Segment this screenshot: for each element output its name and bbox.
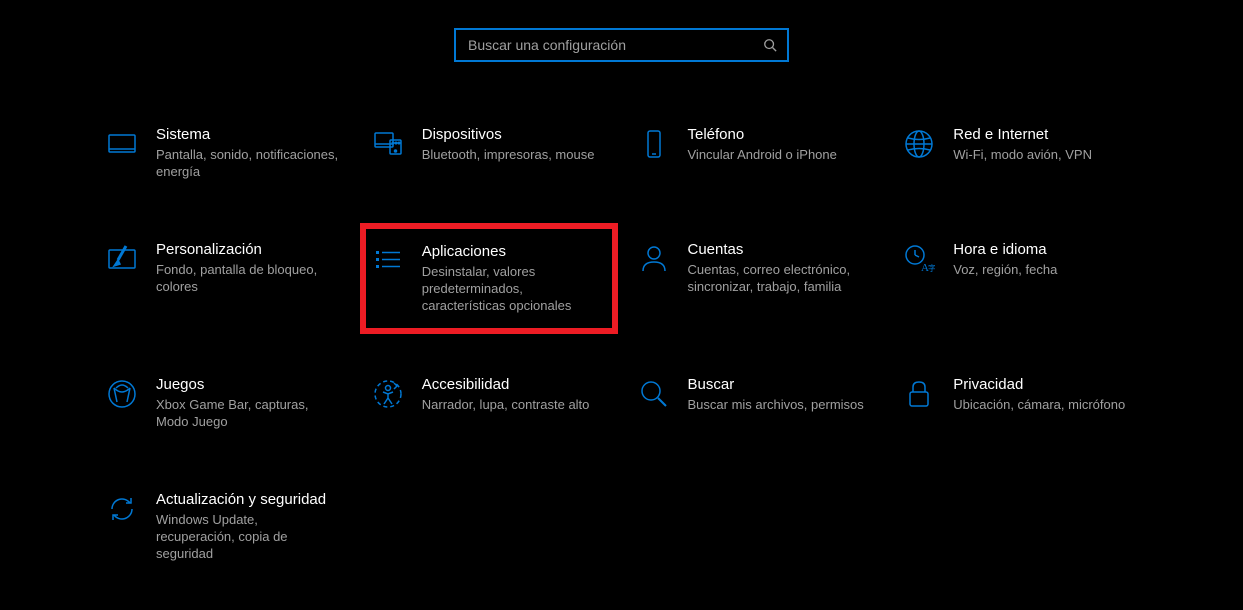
categories-grid: Sistema Pantalla, sonido, notificaciones… — [0, 62, 1243, 569]
category-title: Personalización — [156, 241, 340, 258]
category-title: Aplicaciones — [422, 243, 606, 260]
category-hora-idioma[interactable]: A 字 Hora e idioma Voz, región, fecha — [897, 235, 1143, 323]
category-title: Juegos — [156, 376, 340, 393]
category-title: Sistema — [156, 126, 340, 143]
category-telefono[interactable]: Teléfono Vincular Android o iPhone — [632, 120, 878, 187]
personalization-icon — [106, 243, 138, 275]
system-icon — [106, 128, 138, 160]
category-title: Dispositivos — [422, 126, 606, 143]
category-actualizacion[interactable]: Actualización y seguridad Windows Update… — [100, 485, 346, 569]
category-sistema[interactable]: Sistema Pantalla, sonido, notificaciones… — [100, 120, 346, 187]
category-title: Privacidad — [953, 376, 1137, 393]
globe-icon — [903, 128, 935, 160]
category-accesibilidad[interactable]: Accesibilidad Narrador, lupa, contraste … — [366, 370, 612, 437]
category-desc: Pantalla, sonido, notificaciones, energí… — [156, 147, 340, 181]
category-title: Actualización y seguridad — [156, 491, 340, 508]
category-desc: Buscar mis archivos, permisos — [688, 397, 872, 414]
category-privacidad[interactable]: Privacidad Ubicación, cámara, micrófono — [897, 370, 1143, 437]
category-title: Teléfono — [688, 126, 872, 143]
search-input[interactable] — [468, 37, 763, 53]
search-icon — [763, 38, 777, 52]
accounts-icon — [638, 243, 670, 275]
category-title: Red e Internet — [953, 126, 1137, 143]
category-title: Cuentas — [688, 241, 872, 258]
category-desc: Cuentas, correo electrónico, sincronizar… — [688, 262, 872, 296]
phone-icon — [638, 128, 670, 160]
search-container — [0, 0, 1243, 62]
svg-text:字: 字 — [928, 263, 935, 273]
category-desc: Bluetooth, impresoras, mouse — [422, 147, 606, 164]
category-desc: Ubicación, cámara, micrófono — [953, 397, 1137, 414]
category-desc: Fondo, pantalla de bloqueo, colores — [156, 262, 340, 296]
category-red[interactable]: Red e Internet Wi-Fi, modo avión, VPN — [897, 120, 1143, 187]
gaming-icon — [106, 378, 138, 410]
category-aplicaciones[interactable]: Aplicaciones Desinstalar, valores predet… — [360, 223, 618, 335]
devices-icon — [372, 128, 404, 160]
update-icon — [106, 493, 138, 525]
category-desc: Voz, región, fecha — [953, 262, 1137, 279]
category-desc: Desinstalar, valores predeterminados, ca… — [422, 264, 606, 315]
category-desc: Wi-Fi, modo avión, VPN — [953, 147, 1137, 164]
accessibility-icon — [372, 378, 404, 410]
category-desc: Narrador, lupa, contraste alto — [422, 397, 606, 414]
privacy-icon — [903, 378, 935, 410]
category-title: Hora e idioma — [953, 241, 1137, 258]
category-juegos[interactable]: Juegos Xbox Game Bar, capturas, Modo Jue… — [100, 370, 346, 437]
apps-icon — [372, 245, 404, 277]
search-box[interactable] — [454, 28, 789, 62]
time-language-icon: A 字 — [903, 243, 935, 275]
search-category-icon — [638, 378, 670, 410]
category-desc: Xbox Game Bar, capturas, Modo Juego — [156, 397, 340, 431]
category-cuentas[interactable]: Cuentas Cuentas, correo electrónico, sin… — [632, 235, 878, 323]
category-dispositivos[interactable]: Dispositivos Bluetooth, impresoras, mous… — [366, 120, 612, 187]
category-desc: Vincular Android o iPhone — [688, 147, 872, 164]
category-title: Accesibilidad — [422, 376, 606, 393]
category-title: Buscar — [688, 376, 872, 393]
category-desc: Windows Update, recuperación, copia de s… — [156, 512, 340, 563]
category-personalizacion[interactable]: Personalización Fondo, pantalla de bloqu… — [100, 235, 346, 323]
category-buscar[interactable]: Buscar Buscar mis archivos, permisos — [632, 370, 878, 437]
